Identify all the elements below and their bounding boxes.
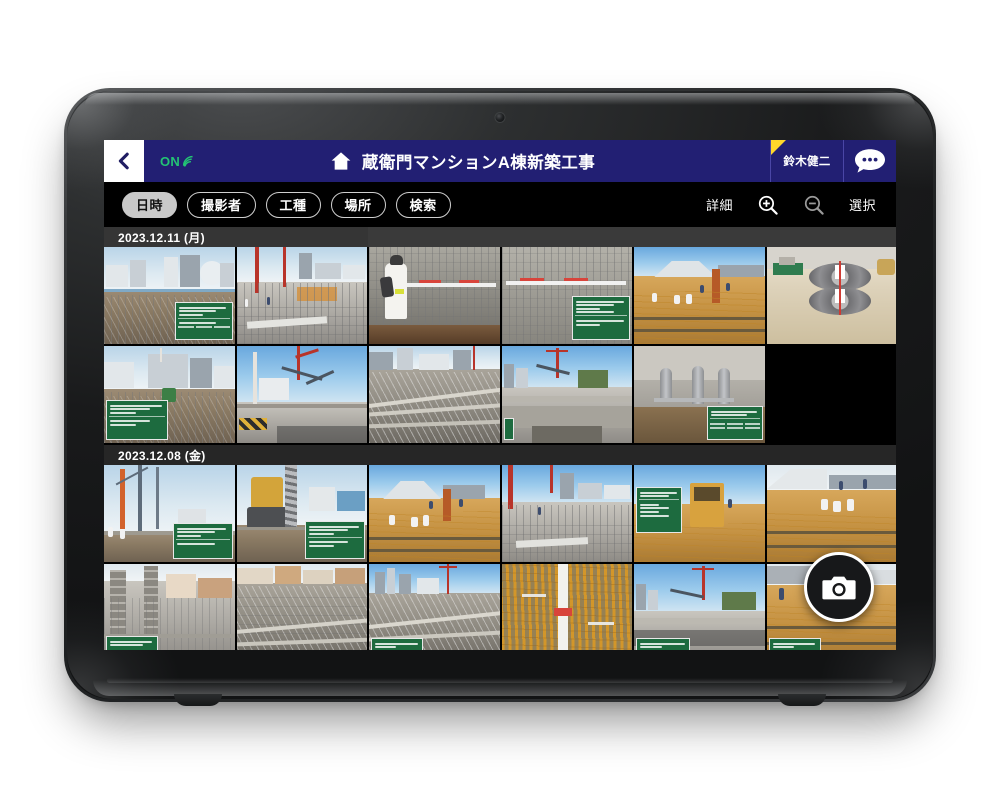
bezel-bottom-ridge	[107, 678, 893, 683]
photo-thumbnail[interactable]	[104, 346, 235, 443]
photo-thumbnail[interactable]	[766, 247, 896, 344]
filter-chip-group: 日時 撮影者 工種 場所 検索	[122, 191, 451, 218]
photo-thumbnail[interactable]	[369, 346, 500, 443]
photo-thumbnail[interactable]	[236, 247, 368, 344]
front-camera-icon	[495, 113, 505, 122]
photo-thumbnail[interactable]	[369, 564, 500, 650]
speech-bubble-icon	[855, 149, 885, 173]
zoom-in-button[interactable]	[757, 194, 779, 216]
zoom-out-button[interactable]	[803, 194, 825, 216]
zoom-out-icon	[804, 195, 824, 215]
filter-chip-photographer[interactable]: 撮影者	[187, 191, 256, 218]
bezel-top-highlight	[85, 93, 915, 105]
photo-cell-empty	[766, 346, 896, 443]
photo-thumbnail[interactable]	[501, 465, 633, 562]
date-label: 2023.12.11 (月)	[118, 230, 205, 245]
camera-icon	[822, 576, 856, 600]
app-title-group: 蔵衛門マンションA棟新築工事	[155, 140, 770, 182]
select-button[interactable]: 選択	[849, 195, 876, 214]
user-flag-icon	[771, 140, 786, 155]
photo-thumbnail[interactable]	[766, 465, 896, 562]
photo-row	[104, 346, 896, 443]
chat-button[interactable]	[844, 140, 896, 182]
tablet-foot-left	[174, 694, 222, 706]
photo-thumbnail[interactable]	[104, 465, 235, 562]
photo-gallery[interactable]: 2023.12.11 (月) 2023.12.08 (金)	[104, 227, 896, 650]
photo-thumbnail[interactable]	[104, 247, 235, 344]
chevron-left-icon	[118, 152, 129, 170]
home-icon[interactable]	[330, 150, 352, 172]
user-name-label: 鈴木健二	[783, 156, 831, 168]
photo-row	[104, 465, 896, 562]
photo-thumbnail[interactable]	[634, 346, 765, 443]
photo-thumbnail[interactable]	[634, 465, 765, 562]
date-label: 2023.12.08 (金)	[118, 448, 206, 463]
filter-chip-search[interactable]: 検索	[395, 191, 451, 218]
photo-row	[104, 564, 896, 650]
filter-chip-location[interactable]: 場所	[330, 191, 386, 218]
photo-thumbnail[interactable]	[501, 564, 633, 650]
photo-thumbnail[interactable]	[369, 465, 500, 562]
toolbar-actions: 詳細 選択	[706, 194, 882, 216]
date-group-header-2: 2023.12.08 (金)	[104, 445, 896, 465]
zoom-in-icon	[758, 195, 778, 215]
detail-button[interactable]: 詳細	[706, 195, 733, 214]
back-button[interactable]	[104, 140, 144, 182]
photo-thumbnail[interactable]	[501, 346, 633, 443]
photo-thumbnail[interactable]	[236, 465, 368, 562]
tablet-screen: ON 蔵衛門マンションA棟新築工事 鈴木健二 日時 撮影者 工種 場所 検索 詳…	[104, 140, 896, 650]
photo-thumbnail[interactable]	[104, 564, 235, 650]
filter-toolbar: 日時 撮影者 工種 場所 検索 詳細 選択	[104, 182, 896, 227]
date-group-header-1: 2023.12.11 (月)	[104, 227, 368, 247]
user-button[interactable]: 鈴木健二	[770, 140, 844, 182]
tablet-foot-right	[778, 694, 826, 706]
photo-thumbnail[interactable]	[369, 247, 500, 344]
photo-thumbnail[interactable]	[501, 247, 633, 344]
photo-thumbnail[interactable]	[236, 346, 368, 443]
photo-thumbnail[interactable]	[236, 564, 368, 650]
camera-button[interactable]	[804, 552, 874, 622]
photo-thumbnail[interactable]	[634, 247, 765, 344]
photo-row	[104, 247, 896, 344]
page-title: 蔵衛門マンションA棟新築工事	[361, 154, 596, 172]
app-header: ON 蔵衛門マンションA棟新築工事 鈴木健二	[104, 140, 896, 182]
photo-thumbnail[interactable]	[634, 564, 765, 650]
screenshot-stage: ON 蔵衛門マンションA棟新築工事 鈴木健二 日時 撮影者 工種 場所 検索 詳…	[0, 0, 1000, 808]
filter-chip-datetime[interactable]: 日時	[122, 191, 178, 218]
filter-chip-worktype[interactable]: 工種	[265, 191, 321, 218]
